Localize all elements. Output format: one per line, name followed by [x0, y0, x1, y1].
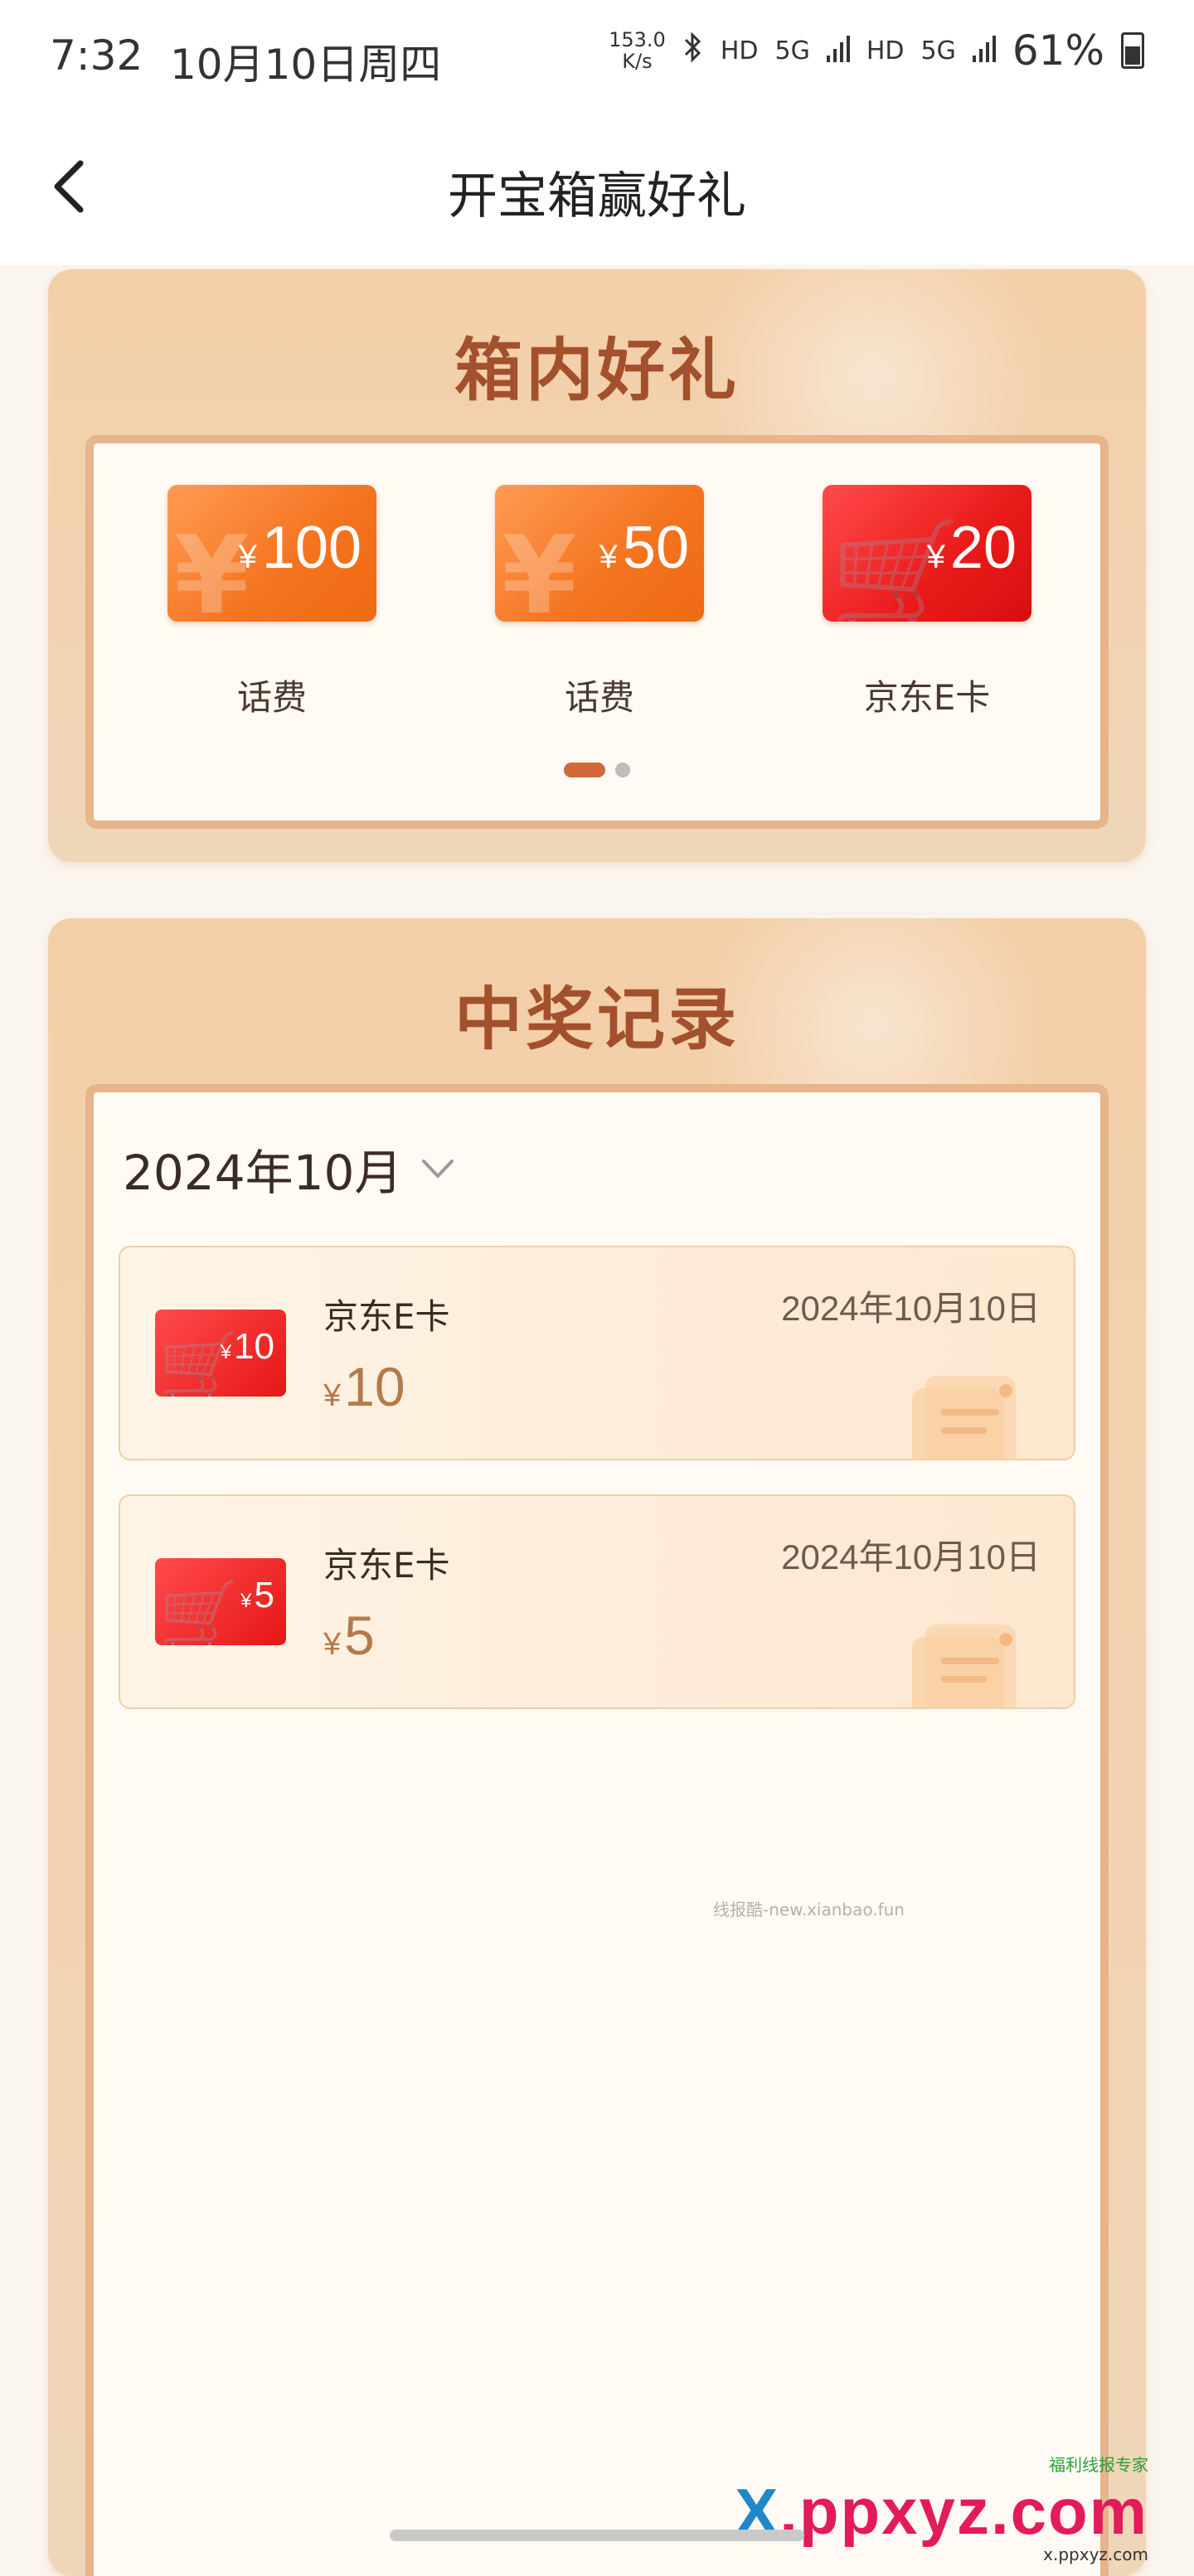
thumb-currency: ¥ [220, 1341, 232, 1363]
page-header: 开宝箱赢好礼 [0, 108, 1194, 265]
bluetooth-icon [682, 31, 704, 70]
gift-item[interactable]: ¥ ¥100 话费 [164, 485, 380, 720]
month-selector[interactable]: 2024年10月 [123, 1134, 457, 1203]
brand-rest: .ppxyz.com [779, 2475, 1148, 2548]
record-item[interactable]: 🛒 ¥5 京东E卡 ¥5 2024年10月10日 [119, 1494, 1075, 1709]
thumb-currency: ¥ [240, 1590, 252, 1612]
record-currency: ¥ [323, 1627, 342, 1662]
battery-percent: 61% [1012, 27, 1104, 75]
record-thumb-jd-ecard: 🛒 ¥10 [155, 1310, 286, 1397]
records-title: 中奖记录 [454, 980, 740, 1059]
shopping-cart-deco-icon: 🛒 [158, 1576, 241, 1645]
records-panel: 中奖记录 2024年10月 🛒 ¥10 京东E卡 ¥10 2024年10月10日 [48, 918, 1146, 2576]
gift-amount: 20 [949, 515, 1017, 581]
status-indicators: 153.0 K/s HD 5G HD 5G 61% [609, 27, 1144, 75]
signal-bars-icon [826, 34, 850, 68]
gifts-carousel[interactable]: ¥ ¥100 话费 ¥ ¥50 话费 🛒 ¥20 京东E卡 [85, 435, 1109, 829]
document-icon [912, 1376, 1016, 1459]
network-speed-value: 153.0 [609, 28, 666, 51]
status-time: 7:32 [50, 31, 143, 80]
record-value: ¥10 [323, 1355, 405, 1418]
status-date: 10月10日周四 [170, 41, 442, 89]
hd-label-1: HD [720, 36, 759, 65]
record-date: 2024年10月10日 [781, 1289, 1041, 1328]
gift-amount: 50 [622, 515, 689, 581]
gifts-panel: 箱内好礼 ¥ ¥100 话费 ¥ ¥50 话费 🛒 ¥20 京东E卡 [48, 269, 1146, 862]
gift-card-jd-ecard: 🛒 ¥20 [823, 485, 1031, 622]
brand-watermark: X.ppxyz.com x.ppxyz.com [735, 2474, 1148, 2564]
gift-currency: ¥ [238, 539, 257, 575]
month-label: 2024年10月 [123, 1145, 403, 1201]
status-bar: 7:32 10月10日周四 153.0 K/s HD 5G HD 5G 61% [0, 0, 1194, 108]
network-speed-unit: K/s [622, 50, 653, 73]
record-thumb-jd-ecard: 🛒 ¥5 [155, 1558, 286, 1645]
record-item[interactable]: 🛒 ¥10 京东E卡 ¥10 2024年10月10日 [119, 1246, 1075, 1460]
carousel-dot[interactable] [615, 763, 630, 777]
yen-deco-icon: ¥ [502, 512, 577, 622]
gift-item[interactable]: ¥ ¥50 话费 [492, 485, 707, 720]
gifts-title: 箱内好礼 [454, 331, 740, 410]
watermark-text: 线报酷-new.xianbao.fun [713, 1900, 905, 1920]
page-title: 开宝箱赢好礼 [448, 167, 746, 225]
record-date: 2024年10月10日 [781, 1537, 1041, 1576]
record-value: ¥5 [323, 1604, 375, 1667]
gift-currency: ¥ [926, 539, 945, 575]
thumb-amount: 10 [234, 1326, 274, 1367]
signal-bars-icon [972, 34, 996, 68]
gift-card-phone-credit: ¥ ¥50 [495, 485, 704, 622]
document-icon [912, 1625, 1016, 1707]
signal-5g-1: 5G [774, 36, 810, 65]
battery-icon [1121, 32, 1144, 69]
record-name: 京东E卡 [323, 1545, 450, 1586]
signal-5g-2: 5G [920, 36, 956, 65]
record-currency: ¥ [323, 1378, 342, 1413]
brand-sub: x.ppxyz.com [1043, 2545, 1148, 2564]
gift-label: 话费 [564, 677, 634, 718]
record-amount: 10 [344, 1356, 405, 1417]
gift-label: 京东E卡 [863, 677, 991, 718]
carousel-dot-active[interactable] [564, 763, 605, 777]
carousel-dots [94, 763, 1100, 777]
gift-label: 话费 [236, 677, 307, 718]
record-amount: 5 [344, 1605, 375, 1666]
thumb-amount: 5 [254, 1575, 274, 1615]
brand-tag: 福利线报专家 [1049, 2455, 1148, 2475]
home-indicator[interactable] [390, 2530, 804, 2541]
records-list: 2024年10月 🛒 ¥10 京东E卡 ¥10 2024年10月10日 🛒 ¥5… [85, 1084, 1109, 2576]
hd-label-2: HD [866, 36, 905, 65]
network-speed: 153.0 K/s [609, 29, 666, 72]
record-name: 京东E卡 [323, 1296, 450, 1337]
gift-currency: ¥ [599, 539, 618, 575]
gift-amount: 100 [261, 515, 362, 581]
gift-item[interactable]: 🛒 ¥20 京东E卡 [819, 485, 1035, 720]
gift-card-phone-credit: ¥ ¥100 [167, 485, 376, 622]
chevron-down-icon [422, 1160, 454, 1178]
